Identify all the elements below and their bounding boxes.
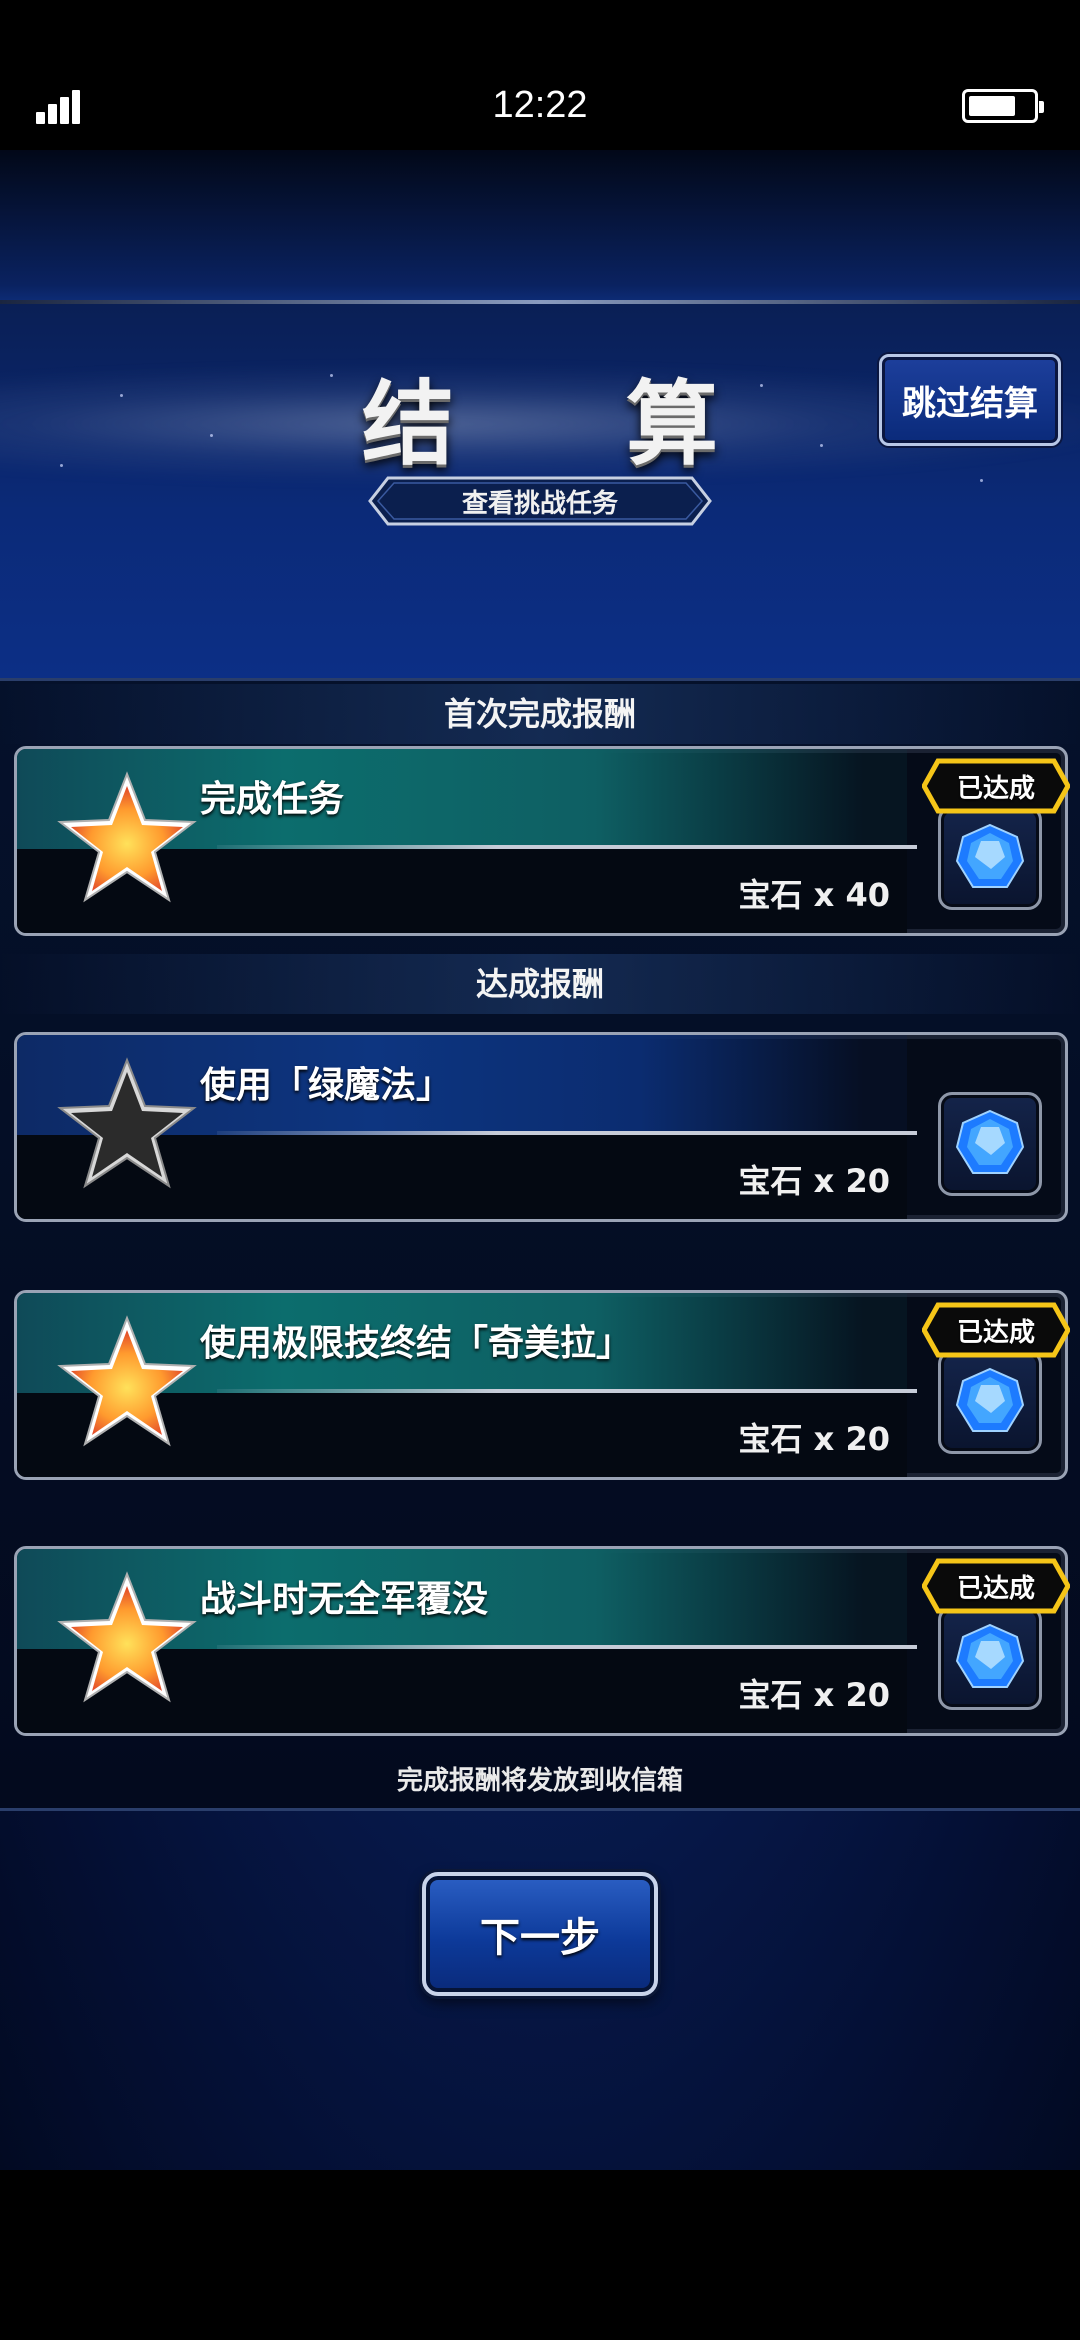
achievement-section-label: 达成报酬 (0, 954, 1080, 1014)
mission-title: 使用「绿魔法」 (200, 1065, 453, 1106)
mission-card: 使用极限技终结「奇美拉」 宝石 x 20 已达成 (14, 1290, 1070, 1480)
view-tasks-label: 查看挑战任务 (461, 488, 618, 519)
gold-star-icon (57, 1571, 197, 1703)
mission-reward: 宝石 x 20 (738, 1420, 890, 1458)
dark-star-icon (57, 1057, 197, 1189)
battery-icon (962, 89, 1044, 123)
skip-results-button[interactable]: 跳过结算 (879, 354, 1061, 446)
mission-reward: 宝石 x 20 (738, 1676, 890, 1714)
bottom-bar (0, 2170, 1080, 2340)
achieved-badge-label: 已达成 (956, 1317, 1035, 1348)
reward-gem-slot (938, 1606, 1042, 1710)
status-time: 12:22 (492, 84, 588, 126)
gold-star-icon (57, 1315, 197, 1447)
achieved-badge-label: 已达成 (956, 773, 1035, 804)
view-challenge-tasks-button[interactable]: 查看挑战任务 (368, 476, 712, 526)
status-bar: 12:22 (0, 0, 1080, 150)
reward-gem-slot (938, 1092, 1042, 1196)
achieved-badge: 已达成 (922, 1558, 1070, 1614)
mission-card: 使用「绿魔法」 宝石 x 20 (14, 1032, 1068, 1222)
blue-gem-icon (955, 1623, 1025, 1688)
mission-card: 战斗时无全军覆没 宝石 x 20 已达成 (14, 1546, 1070, 1736)
mission-reward: 宝石 x 40 (738, 876, 890, 914)
mission-title: 完成任务 (200, 779, 345, 820)
rewards-delivery-note: 完成报酬将发放到收信箱 (396, 1766, 683, 1796)
achieved-badge: 已达成 (922, 1302, 1070, 1358)
mission-title: 战斗时无全军覆没 (200, 1579, 489, 1620)
mission-card: 完成任务 宝石 x 40 已达成 (14, 746, 1070, 936)
blue-gem-icon (955, 823, 1025, 888)
blue-gem-icon (955, 1367, 1025, 1432)
blue-gem-icon (955, 1109, 1025, 1174)
reward-gem-slot (938, 806, 1042, 910)
mission-title: 使用极限技终结「奇美拉」 (200, 1323, 633, 1364)
first-clear-section-label: 首次完成报酬 (0, 684, 1080, 744)
top-backdrop (0, 150, 1080, 300)
mission-reward: 宝石 x 20 (738, 1162, 890, 1200)
panel-top-border (0, 678, 1080, 681)
achieved-badge-label: 已达成 (956, 1573, 1035, 1604)
panel-bottom-border (0, 1808, 1080, 1811)
gold-star-icon (57, 771, 197, 903)
next-button[interactable]: 下一步 (422, 1872, 658, 1996)
achieved-badge: 已达成 (922, 758, 1070, 814)
reward-gem-slot (938, 1350, 1042, 1454)
